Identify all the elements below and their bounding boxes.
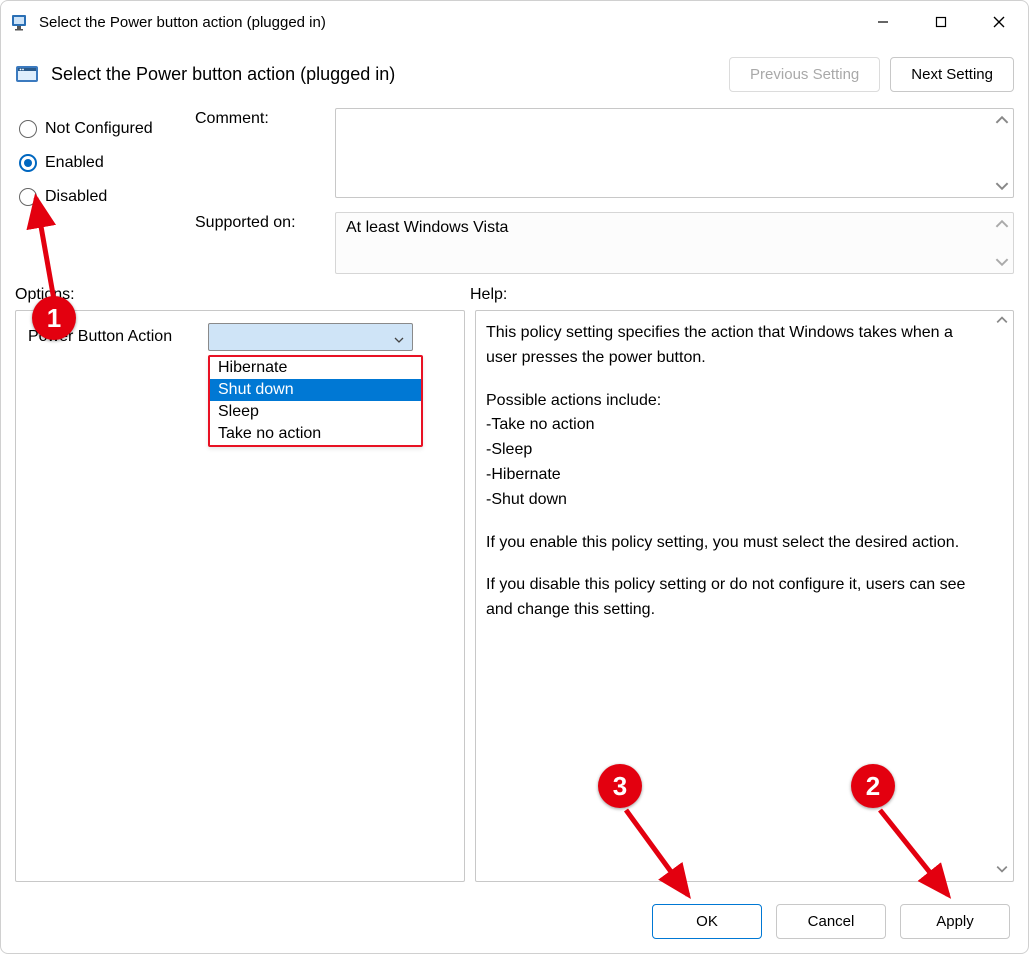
nav-buttons: Previous Setting Next Setting xyxy=(729,57,1014,92)
scroll-up-icon[interactable] xyxy=(995,217,1009,231)
window-title: Select the Power button action (plugged … xyxy=(39,14,854,31)
chevron-down-icon xyxy=(394,332,404,349)
help-l2: -Sleep xyxy=(486,438,985,463)
scroll-down-icon[interactable] xyxy=(995,179,1009,193)
help-label: Help: xyxy=(470,286,507,304)
policy-icon xyxy=(15,62,41,88)
dropdown-item-shutdown[interactable]: Shut down xyxy=(210,379,421,401)
radio-label: Enabled xyxy=(45,154,104,172)
help-pane: This policy setting specifies the action… xyxy=(475,310,1014,882)
apply-button[interactable]: Apply xyxy=(900,904,1010,939)
supported-row: Supported on: At least Windows Vista xyxy=(195,212,1014,274)
radio-icon xyxy=(19,120,37,138)
power-action-combo[interactable] xyxy=(208,323,413,351)
scroll-up-icon[interactable] xyxy=(996,313,1008,330)
scroll-down-icon[interactable] xyxy=(996,862,1008,879)
gpo-editor-window: Select the Power button action (plugged … xyxy=(0,0,1029,954)
option-row: Power Button Action xyxy=(28,323,452,351)
maximize-button[interactable] xyxy=(912,1,970,43)
radio-icon xyxy=(19,188,37,206)
help-scrollbar[interactable] xyxy=(993,313,1011,879)
state-radio-group: Not Configured Enabled Disabled xyxy=(15,102,195,274)
cancel-button[interactable]: Cancel xyxy=(776,904,886,939)
comment-label: Comment: xyxy=(195,108,335,198)
previous-setting-button[interactable]: Previous Setting xyxy=(729,57,880,92)
help-p1: This policy setting specifies the action… xyxy=(486,321,985,371)
supported-label: Supported on: xyxy=(195,212,335,274)
next-setting-button[interactable]: Next Setting xyxy=(890,57,1014,92)
titlebar: Select the Power button action (plugged … xyxy=(1,1,1028,43)
page-title: Select the Power button action (plugged … xyxy=(51,64,729,85)
dropdown-item-noaction[interactable]: Take no action xyxy=(210,423,421,445)
radio-label: Disabled xyxy=(45,188,107,206)
comment-row: Comment: xyxy=(195,108,1014,198)
radio-enabled[interactable]: Enabled xyxy=(19,154,195,172)
supported-textbox: At least Windows Vista xyxy=(335,212,1014,274)
window-controls xyxy=(854,1,1028,43)
dropdown-item-sleep[interactable]: Sleep xyxy=(210,401,421,423)
help-p3: If you enable this policy setting, you m… xyxy=(486,531,985,556)
power-action-dropdown[interactable]: Hibernate Shut down Sleep Take no action xyxy=(208,355,423,447)
scroll-up-icon[interactable] xyxy=(995,113,1009,127)
panes: Power Button Action Hibernate Shut down … xyxy=(1,310,1028,890)
options-pane: Power Button Action Hibernate Shut down … xyxy=(15,310,465,882)
close-button[interactable] xyxy=(970,1,1028,43)
radio-icon xyxy=(19,154,37,172)
radio-disabled[interactable]: Disabled xyxy=(19,188,195,206)
supported-value: At least Windows Vista xyxy=(346,219,508,236)
dialog-footer: OK Cancel Apply xyxy=(1,890,1028,953)
ok-button[interactable]: OK xyxy=(652,904,762,939)
radio-not-configured[interactable]: Not Configured xyxy=(19,120,195,138)
help-p4: If you disable this policy setting or do… xyxy=(486,573,985,623)
help-text: This policy setting specifies the action… xyxy=(476,311,991,881)
scroll-down-icon[interactable] xyxy=(995,255,1009,269)
help-p2: Possible actions include: xyxy=(486,389,985,414)
help-l4: -Shut down xyxy=(486,488,985,513)
upper-section: Not Configured Enabled Disabled Comment: xyxy=(1,102,1028,274)
fields-column: Comment: Supported on: At least Windows … xyxy=(195,102,1014,274)
minimize-button[interactable] xyxy=(854,1,912,43)
help-l1: -Take no action xyxy=(486,413,985,438)
options-label: Options: xyxy=(15,286,470,304)
app-icon xyxy=(11,12,31,32)
subheader: Select the Power button action (plugged … xyxy=(1,43,1028,102)
comment-textbox[interactable] xyxy=(335,108,1014,198)
section-labels: Options: Help: xyxy=(1,274,1028,310)
dropdown-item-hibernate[interactable]: Hibernate xyxy=(210,357,421,379)
option-name: Power Button Action xyxy=(28,328,208,346)
radio-label: Not Configured xyxy=(45,120,153,138)
help-l3: -Hibernate xyxy=(486,463,985,488)
